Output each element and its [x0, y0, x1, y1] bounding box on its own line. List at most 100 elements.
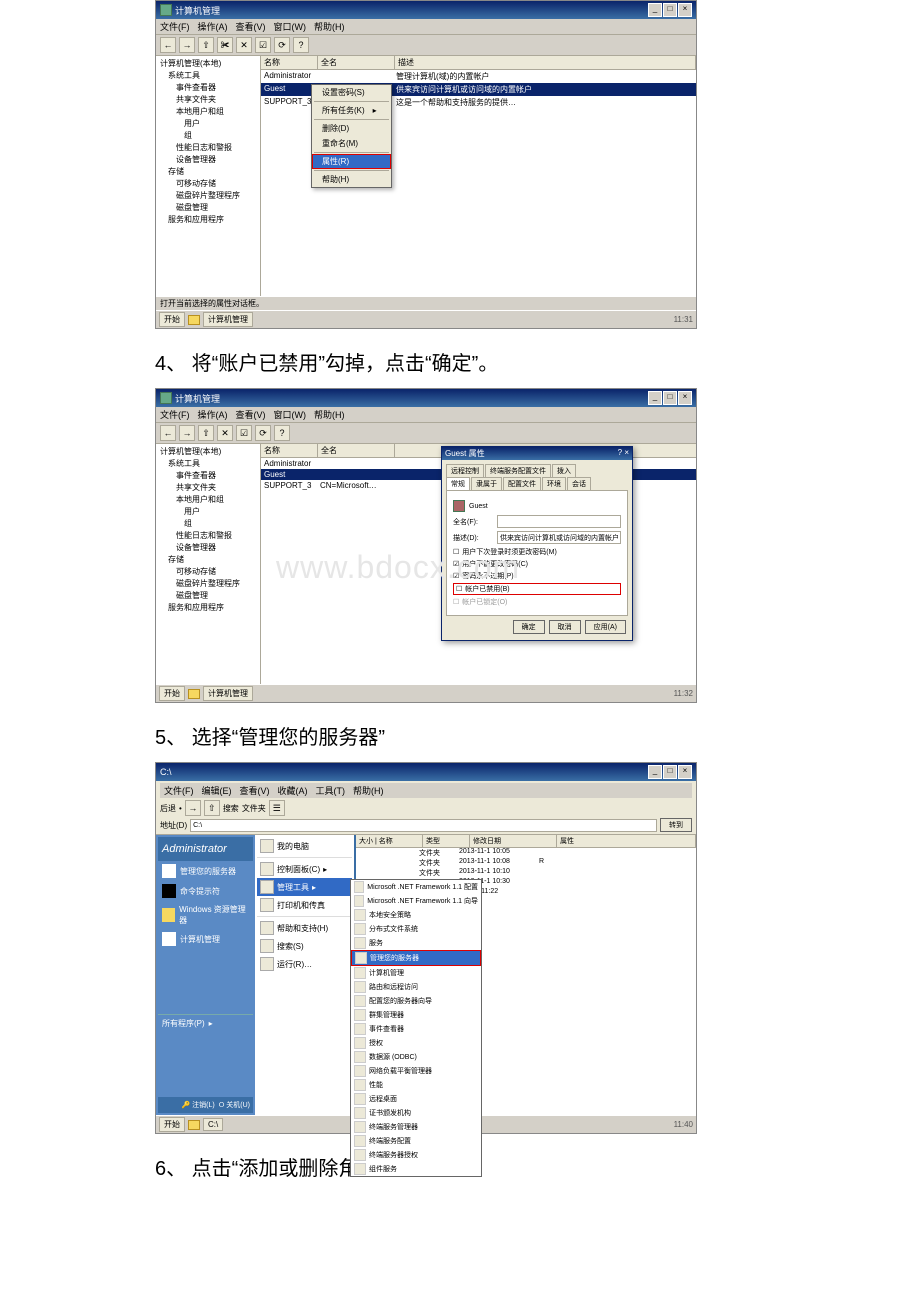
tab-remote-control[interactable]: 远程控制 — [446, 464, 484, 477]
col-desc[interactable]: 描述 — [395, 56, 696, 69]
forward-button[interactable]: → — [185, 800, 201, 816]
prog-run[interactable]: 运行(R)… — [257, 955, 352, 973]
menu-window[interactable]: 窗口(W) — [274, 408, 307, 421]
submenu-item[interactable]: 组件服务 — [351, 1162, 481, 1176]
fcol-type[interactable]: 类型 — [423, 835, 470, 847]
tree-storage[interactable]: 存储 — [158, 166, 258, 178]
start-item-explorer[interactable]: Windows 资源管理器 — [158, 901, 253, 929]
cm-rename[interactable]: 重命名(M) — [312, 136, 391, 151]
quicklaunch-icon[interactable] — [188, 315, 200, 325]
check-never-expires[interactable]: ☑密码永不过期(P) — [453, 571, 621, 581]
submenu-item[interactable]: 数据源 (ODBC) — [351, 1050, 481, 1064]
views-button[interactable]: ☰ — [269, 800, 285, 816]
tree-defrag[interactable]: 磁盘碎片整理程序 — [158, 190, 258, 202]
menu-edit[interactable]: 编辑(E) — [202, 784, 232, 797]
cancel-button[interactable]: 取消 — [549, 620, 581, 634]
toolbar-folders[interactable]: 文件夹 — [242, 803, 266, 814]
menu-view[interactable]: 查看(V) — [236, 20, 266, 33]
menu-help[interactable]: 帮助(H) — [314, 20, 345, 33]
delete-button[interactable]: ✕ — [217, 425, 233, 441]
close-button[interactable]: × — [678, 391, 692, 405]
cm-delete[interactable]: 删除(D) — [312, 121, 391, 136]
properties-button[interactable]: ☑ — [236, 425, 252, 441]
address-input[interactable] — [190, 819, 657, 832]
help-button[interactable]: ? — [274, 425, 290, 441]
cm-help[interactable]: 帮助(H) — [312, 172, 391, 187]
submenu-item[interactable]: 远程桌面 — [351, 1092, 481, 1106]
start-button[interactable]: 开始 — [159, 312, 185, 327]
submenu-item[interactable]: 性能 — [351, 1078, 481, 1092]
cm-set-password[interactable]: 设置密码(S) — [312, 85, 391, 100]
tree-disk-mgmt[interactable]: 磁盘管理 — [158, 202, 258, 214]
tab-environment[interactable]: 环境 — [542, 477, 566, 490]
file-row[interactable]: 文件夹 2013-11-1 10:05 — [356, 848, 696, 858]
tree-shared-folders[interactable]: 共享文件夹 — [158, 482, 258, 494]
close-button[interactable]: × — [678, 3, 692, 17]
toolbar-back[interactable]: 后退 — [160, 803, 176, 814]
submenu-item[interactable]: 终端服务管理器 — [351, 1120, 481, 1134]
start-item-all-programs[interactable]: 所有程序(P) ▸ — [158, 1014, 253, 1032]
col-name[interactable]: 名称 — [261, 56, 318, 69]
refresh-button[interactable]: ⟳ — [274, 37, 290, 53]
tree-local-users[interactable]: 本地用户和组 — [158, 494, 258, 506]
submenu-item[interactable]: 终端服务器授权 — [351, 1148, 481, 1162]
forward-button[interactable]: → — [179, 425, 195, 441]
menu-help[interactable]: 帮助(H) — [353, 784, 384, 797]
tree-event-viewer[interactable]: 事件查看器 — [158, 470, 258, 482]
tree-users[interactable]: 用户 — [158, 118, 258, 130]
cm-properties[interactable]: 属性(R) — [312, 154, 391, 169]
tab-dialin[interactable]: 拨入 — [552, 464, 576, 477]
help-button[interactable]: ? — [293, 37, 309, 53]
menu-action[interactable]: 操作(A) — [198, 408, 228, 421]
tree-shared-folders[interactable]: 共享文件夹 — [158, 94, 258, 106]
start-button[interactable]: 开始 — [159, 686, 185, 701]
refresh-button[interactable]: ⟳ — [255, 425, 271, 441]
menu-tools[interactable]: 工具(T) — [316, 784, 346, 797]
tree-services-apps[interactable]: 服务和应用程序 — [158, 602, 258, 614]
tree-perf-logs[interactable]: 性能日志和警报 — [158, 530, 258, 542]
back-button[interactable]: ← — [160, 425, 176, 441]
properties-button[interactable]: ☑ — [255, 37, 271, 53]
submenu-item[interactable]: 证书颁发机构 — [351, 1106, 481, 1120]
submenu-item[interactable]: 分布式文件系统 — [351, 922, 481, 936]
submenu-item[interactable]: 路由和远程访问 — [351, 980, 481, 994]
submenu-manage-server[interactable]: 管理您的服务器 — [351, 950, 481, 966]
tree-event-viewer[interactable]: 事件查看器 — [158, 82, 258, 94]
submenu-item[interactable]: 终端服务配置 — [351, 1134, 481, 1148]
submenu-item[interactable]: Microsoft .NET Framework 1.1 配置 — [351, 880, 481, 894]
submenu-item[interactable]: 事件查看器 — [351, 1022, 481, 1036]
up-button[interactable]: ⇧ — [198, 37, 214, 53]
close-button[interactable]: × — [678, 765, 692, 779]
dialog-close-button[interactable]: ? × — [618, 448, 629, 459]
check-locked[interactable]: ☐帐户已锁定(O) — [453, 597, 621, 607]
tree-system-tools[interactable]: 系统工具 — [158, 458, 258, 470]
menu-view[interactable]: 查看(V) — [240, 784, 270, 797]
submenu-item[interactable]: 授权 — [351, 1036, 481, 1050]
go-button[interactable]: 转到 — [660, 818, 692, 832]
col-name[interactable]: 名称 — [261, 444, 318, 457]
start-item-computer-mgmt[interactable]: 计算机管理 — [158, 929, 253, 949]
cut-button[interactable]: ✀ — [217, 37, 233, 53]
list-row[interactable]: Administrator 管理计算机(域)的内置帐户 — [261, 70, 696, 83]
menu-view[interactable]: 查看(V) — [236, 408, 266, 421]
fcol-name[interactable]: 大小 | 名称 — [356, 835, 423, 847]
tree-dev-mgr[interactable]: 设备管理器 — [158, 542, 258, 554]
tree-users[interactable]: 用户 — [158, 506, 258, 518]
menu-action[interactable]: 操作(A) — [198, 20, 228, 33]
tab-profile[interactable]: 配置文件 — [503, 477, 541, 490]
tree-perf-logs[interactable]: 性能日志和警报 — [158, 142, 258, 154]
maximize-button[interactable]: □ — [663, 765, 677, 779]
submenu-item[interactable]: 服务 — [351, 936, 481, 950]
logoff-button[interactable]: 🔑 注销(L) — [182, 1100, 215, 1110]
minimize-button[interactable]: _ — [648, 765, 662, 779]
prog-my-computer[interactable]: 我的电脑 — [257, 837, 352, 855]
cm-all-tasks[interactable]: 所有任务(K) ▸ — [312, 103, 391, 118]
tree-groups[interactable]: 组 — [158, 130, 258, 142]
up-button[interactable]: ⇧ — [198, 425, 214, 441]
taskbar-app-button[interactable]: C:\ — [203, 1118, 223, 1131]
tree-root[interactable]: 计算机管理(本地) — [158, 58, 258, 70]
start-item-manage-server[interactable]: 管理您的服务器 — [158, 861, 253, 881]
tree-root[interactable]: 计算机管理(本地) — [158, 446, 258, 458]
tree-removable[interactable]: 可移动存储 — [158, 178, 258, 190]
col-fullname[interactable]: 全名 — [318, 56, 395, 69]
